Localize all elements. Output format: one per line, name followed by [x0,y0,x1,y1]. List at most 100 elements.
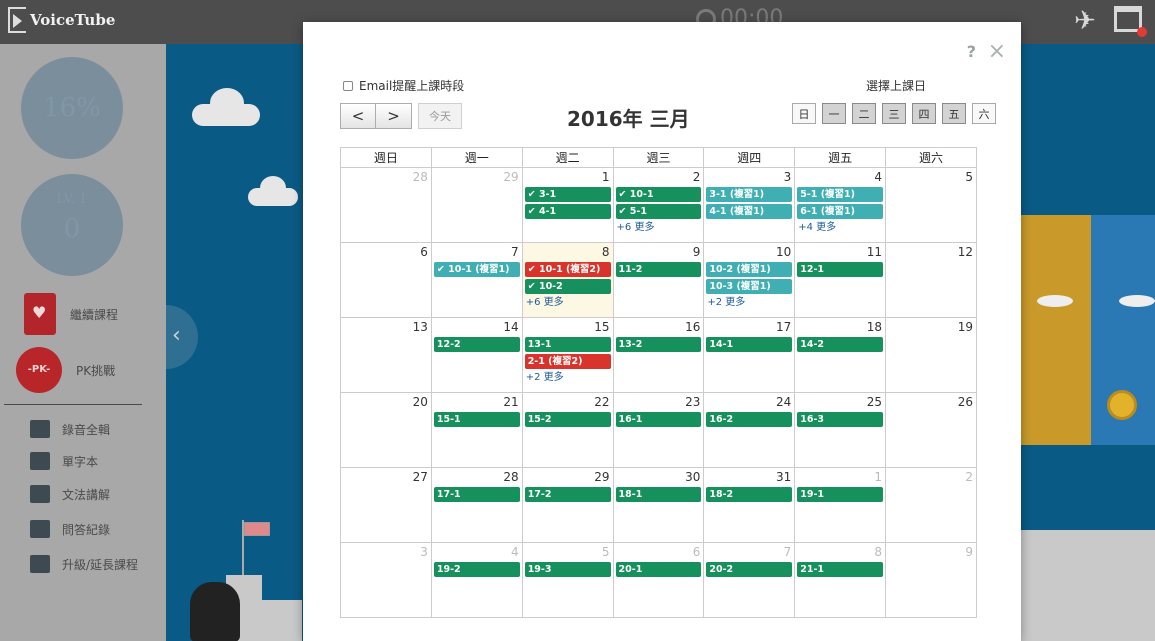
today-button[interactable]: 今天 [418,103,462,129]
calendar-event[interactable]: 18-2 [706,487,793,502]
pk-challenge-button[interactable]: -PK- PK挑戰 [16,347,115,393]
calendar-event[interactable]: 12-2 [433,337,520,352]
email-reminder-option[interactable]: Email提醒上課時段 [343,77,464,94]
more-events-link[interactable]: +2 更多 [705,296,793,309]
calendar-event[interactable]: ✔ 10-2 [524,279,611,294]
more-events-link[interactable]: +4 更多 [796,221,884,234]
calendar-day-cell[interactable]: 5 [885,167,977,243]
calendar-day-cell[interactable]: 16 13-2 [612,317,705,393]
calendar-event[interactable]: 21-1 [797,562,884,577]
calendar-day-cell[interactable]: 22 15-2 [521,392,614,468]
calendar-day-cell[interactable]: 23 16-1 [612,392,705,468]
calendar-event[interactable]: 18-1 [615,487,702,502]
calendar-day-cell[interactable]: 19 [885,317,977,393]
more-events-link[interactable]: +6 更多 [524,296,612,309]
calendar-event[interactable]: 20-1 [615,562,702,577]
sidebar-item-grammar[interactable]: 文法講解 [30,485,110,503]
weekday-toggle-button[interactable]: 六 [972,103,996,124]
calendar-event[interactable]: 13-1 [524,337,611,352]
continue-course-button[interactable]: 繼續課程 [16,293,118,335]
calendar-day-cell[interactable]: 4 5-1 (複習1) 6-1 (複習1) +4 更多 [794,167,887,243]
calendar-event[interactable]: ✔ 10-1 (複習2) [524,262,611,277]
calendar-event[interactable]: 12-1 [797,262,884,277]
calendar-day-cell[interactable]: 6 [340,242,432,318]
calendar-day-cell[interactable]: 9 11-2 [612,242,705,318]
calendar-event[interactable]: 14-1 [706,337,793,352]
calendar-event[interactable]: 16-2 [706,412,793,427]
weekday-toggle-button[interactable]: 日 [792,103,816,124]
calendar-event[interactable]: ✔ 10-1 [615,187,702,202]
calendar-day-cell[interactable]: 29 17-2 [521,467,614,543]
calendar-event[interactable]: 19-3 [524,562,611,577]
calendar-day-cell[interactable]: 1 19-1 [794,467,887,543]
calendar-day-cell[interactable]: 3 [340,542,432,618]
calendar-event[interactable]: 19-1 [797,487,884,502]
calendar-event[interactable]: ✔ 3-1 [524,187,611,202]
calendar-event[interactable]: 3-1 (複習1) [706,187,793,202]
calendar-day-cell[interactable]: 26 [885,392,977,468]
calendar-event[interactable]: 5-1 (複習1) [797,187,884,202]
calendar-event[interactable]: 16-1 [615,412,702,427]
calendar-day-cell[interactable]: 4 19-2 [430,542,523,618]
voicetube-logo[interactable]: VoiceTube [8,7,115,33]
calendar-event[interactable]: 6-1 (複習1) [797,204,884,219]
calendar-event[interactable]: 17-1 [433,487,520,502]
calendar-day-cell[interactable]: 5 19-3 [521,542,614,618]
calendar-event[interactable]: 10-3 (複習1) [706,279,793,294]
weekday-toggle-button[interactable]: 二 [852,103,876,124]
calendar-event[interactable]: ✔ 10-1 (複習1) [433,262,520,277]
calendar-day-cell[interactable]: 18 14-2 [794,317,887,393]
calendar-day-cell[interactable]: 12 [885,242,977,318]
calendar-day-cell[interactable]: 1 ✔ 3-1 ✔ 4-1 [521,167,614,243]
calendar-event[interactable]: 13-2 [615,337,702,352]
close-icon[interactable]: × [988,39,1006,64]
calendar-day-cell[interactable]: 6 20-1 [612,542,705,618]
calendar-day-cell[interactable]: 14 12-2 [430,317,523,393]
weekday-toggle-button[interactable]: 三 [882,103,906,124]
calendar-day-cell[interactable]: 13 [340,317,432,393]
email-reminder-checkbox[interactable] [343,80,353,91]
calendar-event[interactable]: 17-2 [524,487,611,502]
calendar-event[interactable]: ✔ 5-1 [615,204,702,219]
calendar-day-cell[interactable]: 9 [885,542,977,618]
calendar-event[interactable]: 10-2 (複習1) [706,262,793,277]
calendar-day-cell[interactable]: 31 18-2 [703,467,796,543]
calendar-day-cell[interactable]: 30 18-1 [612,467,705,543]
calendar-day-cell[interactable]: 20 [340,392,432,468]
calendar-event[interactable]: 14-2 [797,337,884,352]
calendar-day-cell[interactable]: 21 15-1 [430,392,523,468]
calendar-icon[interactable] [1114,6,1147,37]
calendar-day-cell[interactable]: 2 [885,467,977,543]
prev-month-button[interactable]: < [340,103,376,129]
calendar-day-cell[interactable]: 15 13-1 2-1 (複習2) +2 更多 [521,317,614,393]
calendar-day-cell[interactable]: 28 [340,167,432,243]
calendar-day-cell[interactable]: 24 16-2 [703,392,796,468]
more-events-link[interactable]: +2 更多 [524,371,612,384]
calendar-event[interactable]: 15-2 [524,412,611,427]
plane-icon[interactable]: ✈ [1074,6,1096,36]
help-icon[interactable]: ? [967,42,976,61]
weekday-toggle-button[interactable]: 一 [822,103,846,124]
calendar-event[interactable]: 2-1 (複習2) [524,354,611,369]
collapse-sidebar-button[interactable]: ‹ [166,305,198,369]
calendar-day-cell[interactable]: 8 ✔ 10-1 (複習2) ✔ 10-2 +6 更多 [521,242,614,318]
calendar-event[interactable]: ✔ 4-1 [524,204,611,219]
calendar-event[interactable]: 20-2 [706,562,793,577]
calendar-day-cell[interactable]: 17 14-1 [703,317,796,393]
calendar-day-cell[interactable]: 7 ✔ 10-1 (複習1) [430,242,523,318]
calendar-day-cell[interactable]: 2 ✔ 10-1 ✔ 5-1 +6 更多 [612,167,705,243]
calendar-day-cell[interactable]: 28 17-1 [430,467,523,543]
weekday-toggle-button[interactable]: 四 [912,103,936,124]
calendar-day-cell[interactable]: 11 12-1 [794,242,887,318]
sidebar-item-qa-records[interactable]: 問答紀錄 [30,520,110,538]
calendar-day-cell[interactable]: 3 3-1 (複習1) 4-1 (複習1) [703,167,796,243]
more-events-link[interactable]: +6 更多 [615,221,703,234]
calendar-event[interactable]: 4-1 (複習1) [706,204,793,219]
sidebar-item-upgrade[interactable]: 升級/延長課程 [30,555,138,573]
calendar-day-cell[interactable]: 10 10-2 (複習1) 10-3 (複習1) +2 更多 [703,242,796,318]
calendar-day-cell[interactable]: 7 20-2 [703,542,796,618]
calendar-day-cell[interactable]: 25 16-3 [794,392,887,468]
calendar-day-cell[interactable]: 29 [430,167,523,243]
calendar-event[interactable]: 15-1 [433,412,520,427]
calendar-event[interactable]: 11-2 [615,262,702,277]
